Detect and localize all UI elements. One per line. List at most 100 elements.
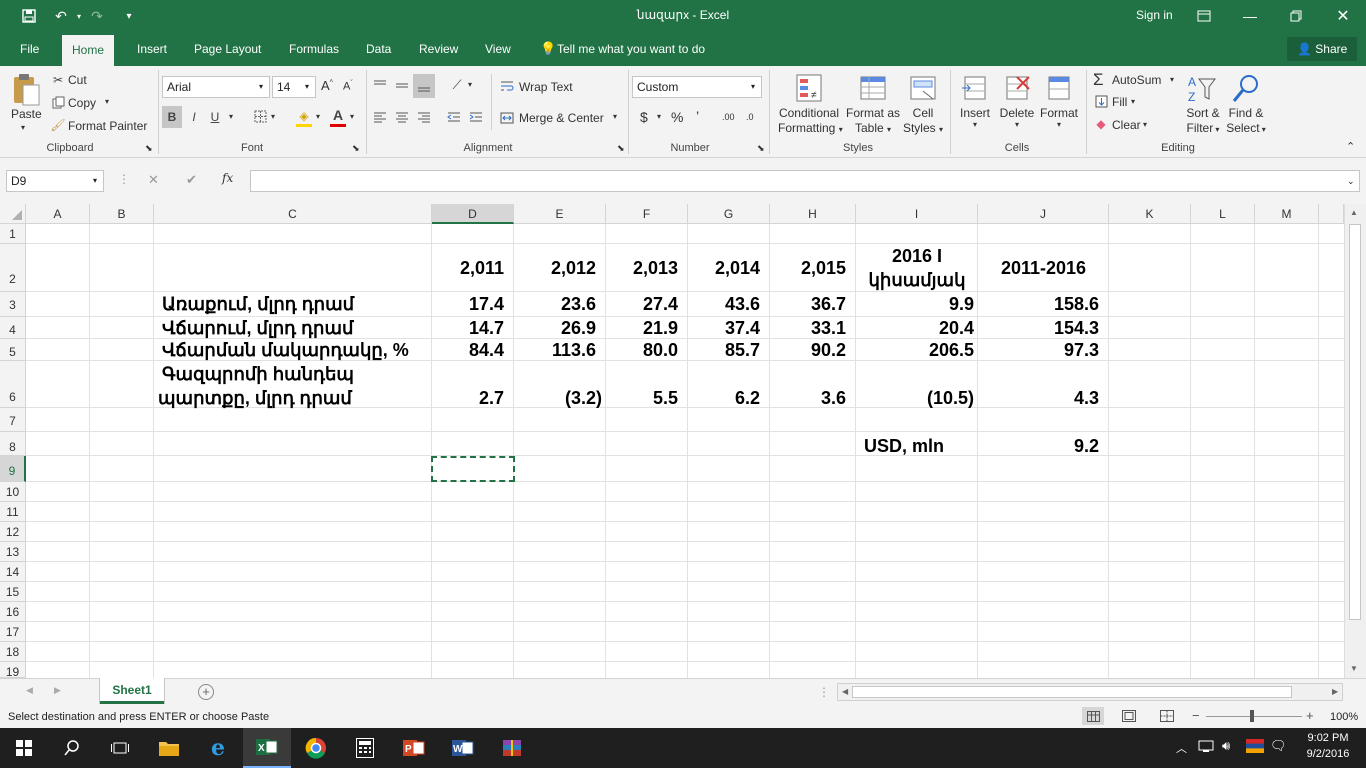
col-header-k[interactable]: K xyxy=(1109,204,1191,224)
cell-c6-line1[interactable]: Գազպրոմի հանդեպ xyxy=(162,364,354,385)
fill-color-icon[interactable]: ◈ xyxy=(296,108,312,124)
zoom-slider-track[interactable] xyxy=(1206,716,1302,717)
font-name-select[interactable]: Arial ▾ xyxy=(162,76,270,98)
powerpoint-icon[interactable]: P xyxy=(390,728,438,768)
bold-button[interactable]: B xyxy=(162,106,182,128)
col-header-e[interactable]: E xyxy=(514,204,606,224)
row-header-1[interactable]: 1 xyxy=(0,224,26,244)
increase-decimal-button[interactable]: .00 xyxy=(722,112,735,122)
paste-button[interactable]: Paste xyxy=(11,107,42,121)
cell-e6[interactable]: (3.2) xyxy=(514,388,602,409)
orientation-icon[interactable]: ⟋ xyxy=(446,76,468,94)
cell-i2-line1[interactable]: 2016 I xyxy=(856,246,978,267)
cell-h2[interactable]: 2,015 xyxy=(770,258,846,279)
winrar-icon[interactable] xyxy=(488,728,536,768)
vertical-scroll-thumb[interactable] xyxy=(1349,224,1361,620)
font-launcher-icon[interactable]: ⬊ xyxy=(352,143,360,154)
ribbon-display-options-icon[interactable] xyxy=(1181,0,1227,32)
expand-formula-icon[interactable]: ⌄ xyxy=(1347,171,1355,191)
page-layout-view-icon[interactable] xyxy=(1122,710,1136,725)
zoom-in-icon[interactable]: + xyxy=(1306,708,1314,723)
file-explorer-icon[interactable] xyxy=(145,728,193,768)
horizontal-scroll-thumb[interactable] xyxy=(852,686,1292,698)
col-header-n[interactable] xyxy=(1319,204,1344,224)
network-icon[interactable] xyxy=(1198,739,1214,756)
row-header-10[interactable]: 10 xyxy=(0,482,26,502)
cell-styles-button[interactable]: Cell Styles ▾ xyxy=(902,106,944,135)
paste-icon[interactable] xyxy=(10,72,42,108)
borders-icon[interactable] xyxy=(252,108,268,124)
format-painter-button[interactable]: Format Painter xyxy=(68,119,147,133)
col-header-h[interactable]: H xyxy=(770,204,856,224)
cell-f4[interactable]: 21.9 xyxy=(606,318,678,339)
tab-page-layout[interactable]: Page Layout xyxy=(184,32,271,66)
col-header-c[interactable]: C xyxy=(154,204,432,224)
format-cells-button[interactable]: Format ▾ xyxy=(1038,106,1080,129)
font-size-select[interactable]: 14 ▾ xyxy=(272,76,316,98)
decrease-font-icon[interactable]: Aˇ xyxy=(343,80,353,93)
insert-function-icon[interactable]: fx xyxy=(222,171,233,185)
cell-d4[interactable]: 14.7 xyxy=(432,318,504,339)
row-header-7[interactable]: 7 xyxy=(0,408,26,432)
cell-g6[interactable]: 6.2 xyxy=(688,388,760,409)
currency-dropdown-icon[interactable]: ▾ xyxy=(657,112,661,121)
cell-i4[interactable]: 20.4 xyxy=(856,318,974,339)
wrap-text-button[interactable]: Wrap Text xyxy=(519,80,573,94)
share-button[interactable]: 👤 Share xyxy=(1287,37,1358,61)
format-as-table-button[interactable]: Format as Table ▾ xyxy=(844,106,902,135)
show-hidden-icons-icon[interactable]: ︿ xyxy=(1176,740,1187,756)
col-header-a[interactable]: A xyxy=(26,204,90,224)
clear-button[interactable]: Clear xyxy=(1112,118,1141,132)
close-icon[interactable]: ✕ xyxy=(1320,0,1366,32)
fill-button[interactable]: Fill xyxy=(1112,95,1127,109)
cell-c5[interactable]: Վճարման մակարդակը, % xyxy=(162,340,409,361)
cell-i5[interactable]: 206.5 xyxy=(856,340,974,361)
search-icon[interactable] xyxy=(48,728,96,768)
row-header-14[interactable]: 14 xyxy=(0,562,26,582)
page-break-view-icon[interactable] xyxy=(1160,710,1174,725)
decrease-decimal-button[interactable]: .0 xyxy=(746,112,754,122)
row-header-3[interactable]: 3 xyxy=(0,292,26,317)
zoom-level[interactable]: 100% xyxy=(1330,711,1358,723)
row-header-2[interactable]: 2 xyxy=(0,244,26,292)
cell-j4[interactable]: 154.3 xyxy=(978,318,1099,339)
increase-font-icon[interactable]: A^ xyxy=(321,78,333,93)
cell-j8[interactable]: 9.2 xyxy=(978,436,1099,457)
merge-dropdown-icon[interactable]: ▾ xyxy=(613,112,617,121)
row-header-12[interactable]: 12 xyxy=(0,522,26,542)
find-select-button[interactable]: Find & Select ▾ xyxy=(1225,106,1267,135)
taskbar-date[interactable]: 9/2/2016 xyxy=(1300,748,1356,760)
underline-button[interactable]: U xyxy=(206,106,224,128)
sheet-tab-sheet1[interactable]: Sheet1 xyxy=(100,678,164,704)
sort-filter-button[interactable]: Sort & Filter ▾ xyxy=(1184,106,1222,135)
cell-c6-line2[interactable]: պարտքը, մլրդ դրամ xyxy=(158,388,352,409)
row-header-16[interactable]: 16 xyxy=(0,602,26,622)
horizontal-scrollbar[interactable]: ◀ ▶ xyxy=(837,683,1343,701)
col-header-m[interactable]: M xyxy=(1255,204,1319,224)
tell-me-input[interactable]: Tell me what you want to do xyxy=(557,42,705,56)
restore-icon[interactable] xyxy=(1273,0,1319,32)
align-middle-icon[interactable] xyxy=(393,76,411,94)
copy-dropdown-icon[interactable]: ▾ xyxy=(105,97,109,106)
autosum-button[interactable]: AutoSum xyxy=(1112,73,1161,87)
copy-marquee-d9[interactable] xyxy=(431,456,515,482)
row-header-5[interactable]: 5 xyxy=(0,339,26,361)
tab-home[interactable]: Home xyxy=(62,35,115,66)
percent-button[interactable]: % xyxy=(671,109,683,125)
col-header-f[interactable]: F xyxy=(606,204,688,224)
cell-f5[interactable]: 80.0 xyxy=(606,340,678,361)
cell-d2[interactable]: 2,011 xyxy=(432,258,504,279)
cell-d6[interactable]: 2.7 xyxy=(432,388,504,409)
calculator-icon[interactable] xyxy=(341,728,389,768)
row-header-4[interactable]: 4 xyxy=(0,317,26,339)
row-header-15[interactable]: 15 xyxy=(0,582,26,602)
cell-c4[interactable]: Վճարում, մլրդ դրամ xyxy=(162,318,353,339)
align-left-icon[interactable] xyxy=(371,108,389,126)
scroll-up-icon[interactable]: ▲ xyxy=(1350,208,1358,217)
font-color-dropdown-icon[interactable]: ▾ xyxy=(350,112,354,121)
increase-indent-icon[interactable] xyxy=(467,108,485,126)
col-header-d[interactable]: D xyxy=(432,204,514,224)
cell-i8[interactable]: USD, mln xyxy=(864,436,944,457)
fill-color-dropdown-icon[interactable]: ▾ xyxy=(316,112,320,121)
font-color-icon[interactable]: A xyxy=(330,107,346,123)
